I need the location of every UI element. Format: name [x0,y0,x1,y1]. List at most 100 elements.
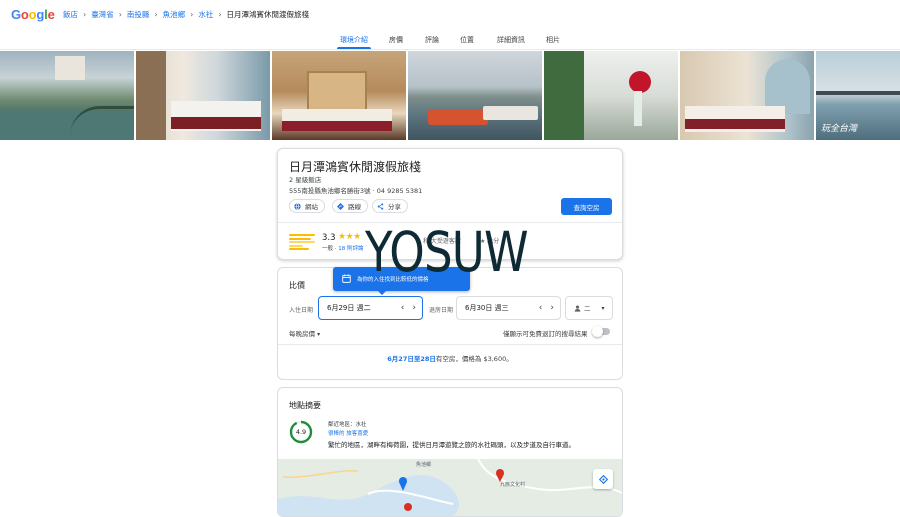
section-title: 比價 [289,281,305,290]
breadcrumb: 飯店 › 臺灣省 › 南投縣 › 魚池鄉 › 水社 › 日月潭鴻賓休閒渡假旅棧 [63,9,309,20]
prev-date-icon[interactable]: ‹ [539,303,543,313]
photo-watermark-logo: 玩全台灣 [821,124,858,134]
hotel-photo[interactable] [544,51,678,140]
rating-distribution [289,234,315,252]
rating-bar [289,241,315,244]
logo-letter: o [28,7,37,22]
google-logo[interactable]: Google [11,7,55,22]
rating-summary: 一般 · 18 則評論 [322,246,364,252]
logo-letter: e [47,7,55,22]
tab-photos[interactable]: 相片 [546,35,560,45]
person-icon [574,305,581,312]
map-label: 魚池鄉 [416,462,432,468]
logo-letter: o [20,7,29,22]
availability-text: 6月27日至28日有空房，價格為 $3,600。 [278,353,622,363]
next-date-icon[interactable]: › [412,303,416,313]
directions-button[interactable]: 路線 [332,199,368,213]
website-label: 網站 [305,203,318,211]
tab-location[interactable]: 位置 [460,35,474,45]
rating-bar [289,234,315,236]
breadcrumb-current: 日月潭鴻賓休閒渡假旅棧 [226,10,310,19]
nearby-area: 鄰近地區：水社 [328,422,367,428]
tooltip-arrow [377,290,387,295]
rating-value: 3.3 [322,233,336,243]
check-availability-button[interactable]: 查詢空房 [561,198,612,215]
breadcrumb-item[interactable]: 魚池鄉 [163,9,186,20]
directions-icon [337,202,344,210]
overlay-watermark-text: YOSUW [365,220,529,284]
star-rating: ★★★ [338,232,361,242]
hotel-name: 日月潭鴻賓休閒渡假旅棧 [289,160,422,174]
share-label: 分享 [388,203,401,211]
chevron-right-icon: › [154,10,158,19]
hotel-photo[interactable] [408,51,542,140]
hotel-address: 555南投縣魚池鄉名勝街3號 · 04 9285 5381 [289,187,423,195]
share-icon [377,202,384,210]
chevron-right-icon: › [118,10,122,19]
chevron-right-icon: › [190,10,194,19]
directions-label: 路線 [348,203,361,211]
logo-letter: g [36,7,45,22]
prev-date-icon[interactable]: ‹ [401,303,405,313]
hotel-photo[interactable] [680,51,814,140]
share-button[interactable]: 分享 [372,199,408,213]
breadcrumb-item[interactable]: 南投縣 [127,9,150,20]
divider [278,344,622,345]
checkout-date-value: 6月30日 週三 [465,304,509,312]
tab-details[interactable]: 詳細資訊 [497,35,525,45]
reviews-link[interactable]: 18 則評論 [338,246,363,252]
dropdown-arrow-icon: ▾ [601,304,605,312]
tabs-divider [0,49,900,50]
breadcrumb-item[interactable]: 臺灣省 [91,9,114,20]
chevron-right-icon: › [83,10,87,19]
section-title: 地點摘要 [289,401,321,410]
checkout-date-field[interactable]: 6月30日 週三 ‹ › [456,296,561,320]
hotel-class: 2 星級飯店 [289,176,322,184]
location-tags: 很棒的 旅客喜愛 [328,431,369,437]
rating-bar [289,244,303,247]
rating-word: 一般 [322,246,334,252]
logo-letter: G [11,7,21,22]
availability-dates-link[interactable]: 6月27日至28日 [387,355,436,363]
top-bar: Google 飯店 › 臺灣省 › 南投縣 › 魚池鄉 › 水社 › 日月潭鴻賓… [0,0,900,31]
checkin-date-field[interactable]: 6月29日 週二 ‹ › [318,296,423,320]
location-score: 4.9 [295,428,307,436]
free-cancel-toggle[interactable] [592,326,610,337]
map-recenter-button[interactable] [593,469,613,489]
hotel-photo[interactable] [136,51,270,140]
chevron-right-icon: › [218,10,222,19]
location-icon [598,474,608,484]
hotel-photo[interactable] [0,51,134,140]
checkout-label: 退房日期 [429,307,454,314]
hotel-photo[interactable] [272,51,406,140]
tab-prices[interactable]: 房價 [389,35,403,45]
photo-strip: 玩全台灣 [0,51,900,140]
location-description: 繁忙的地區，湖畔有梅荷園，提供日月潭遊覽之旅的水社碼頭，以及步道及自行車道。 [328,441,575,449]
breadcrumb-item[interactable]: 水社 [198,9,213,20]
location-map[interactable]: 魚池鄉 九族文化村 [278,459,622,516]
tab-overview[interactable]: 環境介紹 [340,35,368,45]
dropdown-arrow-icon: ▾ [317,331,321,338]
checkin-date-value: 6月29日 週二 [327,304,371,312]
next-date-icon[interactable]: › [550,303,554,313]
guests-value: 二 [584,305,591,313]
map-graphic [278,459,622,516]
website-button[interactable]: 網站 [289,199,325,213]
calendar-icon [342,274,351,283]
rating-bar [289,248,309,251]
availability-price: 有空房，價格為 $3,600。 [435,355,513,363]
rating-bar [289,237,311,240]
globe-icon [294,202,301,210]
nightly-price-dropdown[interactable]: 每晚房價 ▾ [289,328,320,338]
nightly-label: 每晚房價 [289,330,315,338]
tab-reviews[interactable]: 評論 [425,35,439,45]
breadcrumb-item[interactable]: 飯店 [63,9,78,20]
map-label: 九族文化村 [500,482,526,488]
section-tabs: 環境介紹 房價 評論 位置 詳細資訊 相片 [0,35,900,49]
checkin-label: 入住日期 [289,307,314,314]
guests-dropdown[interactable]: 二 ▾ [565,296,613,320]
location-summary-card: 地點摘要 4.9 鄰近地區：水社 很棒的 旅客喜愛 繁忙的地區，湖畔有梅荷園，提… [277,387,623,517]
toggle-knob [592,326,603,337]
free-cancel-label: 僅顯示可免費退訂的搜尋結果 [503,330,588,338]
hotel-photo[interactable]: 玩全台灣 [816,51,900,140]
